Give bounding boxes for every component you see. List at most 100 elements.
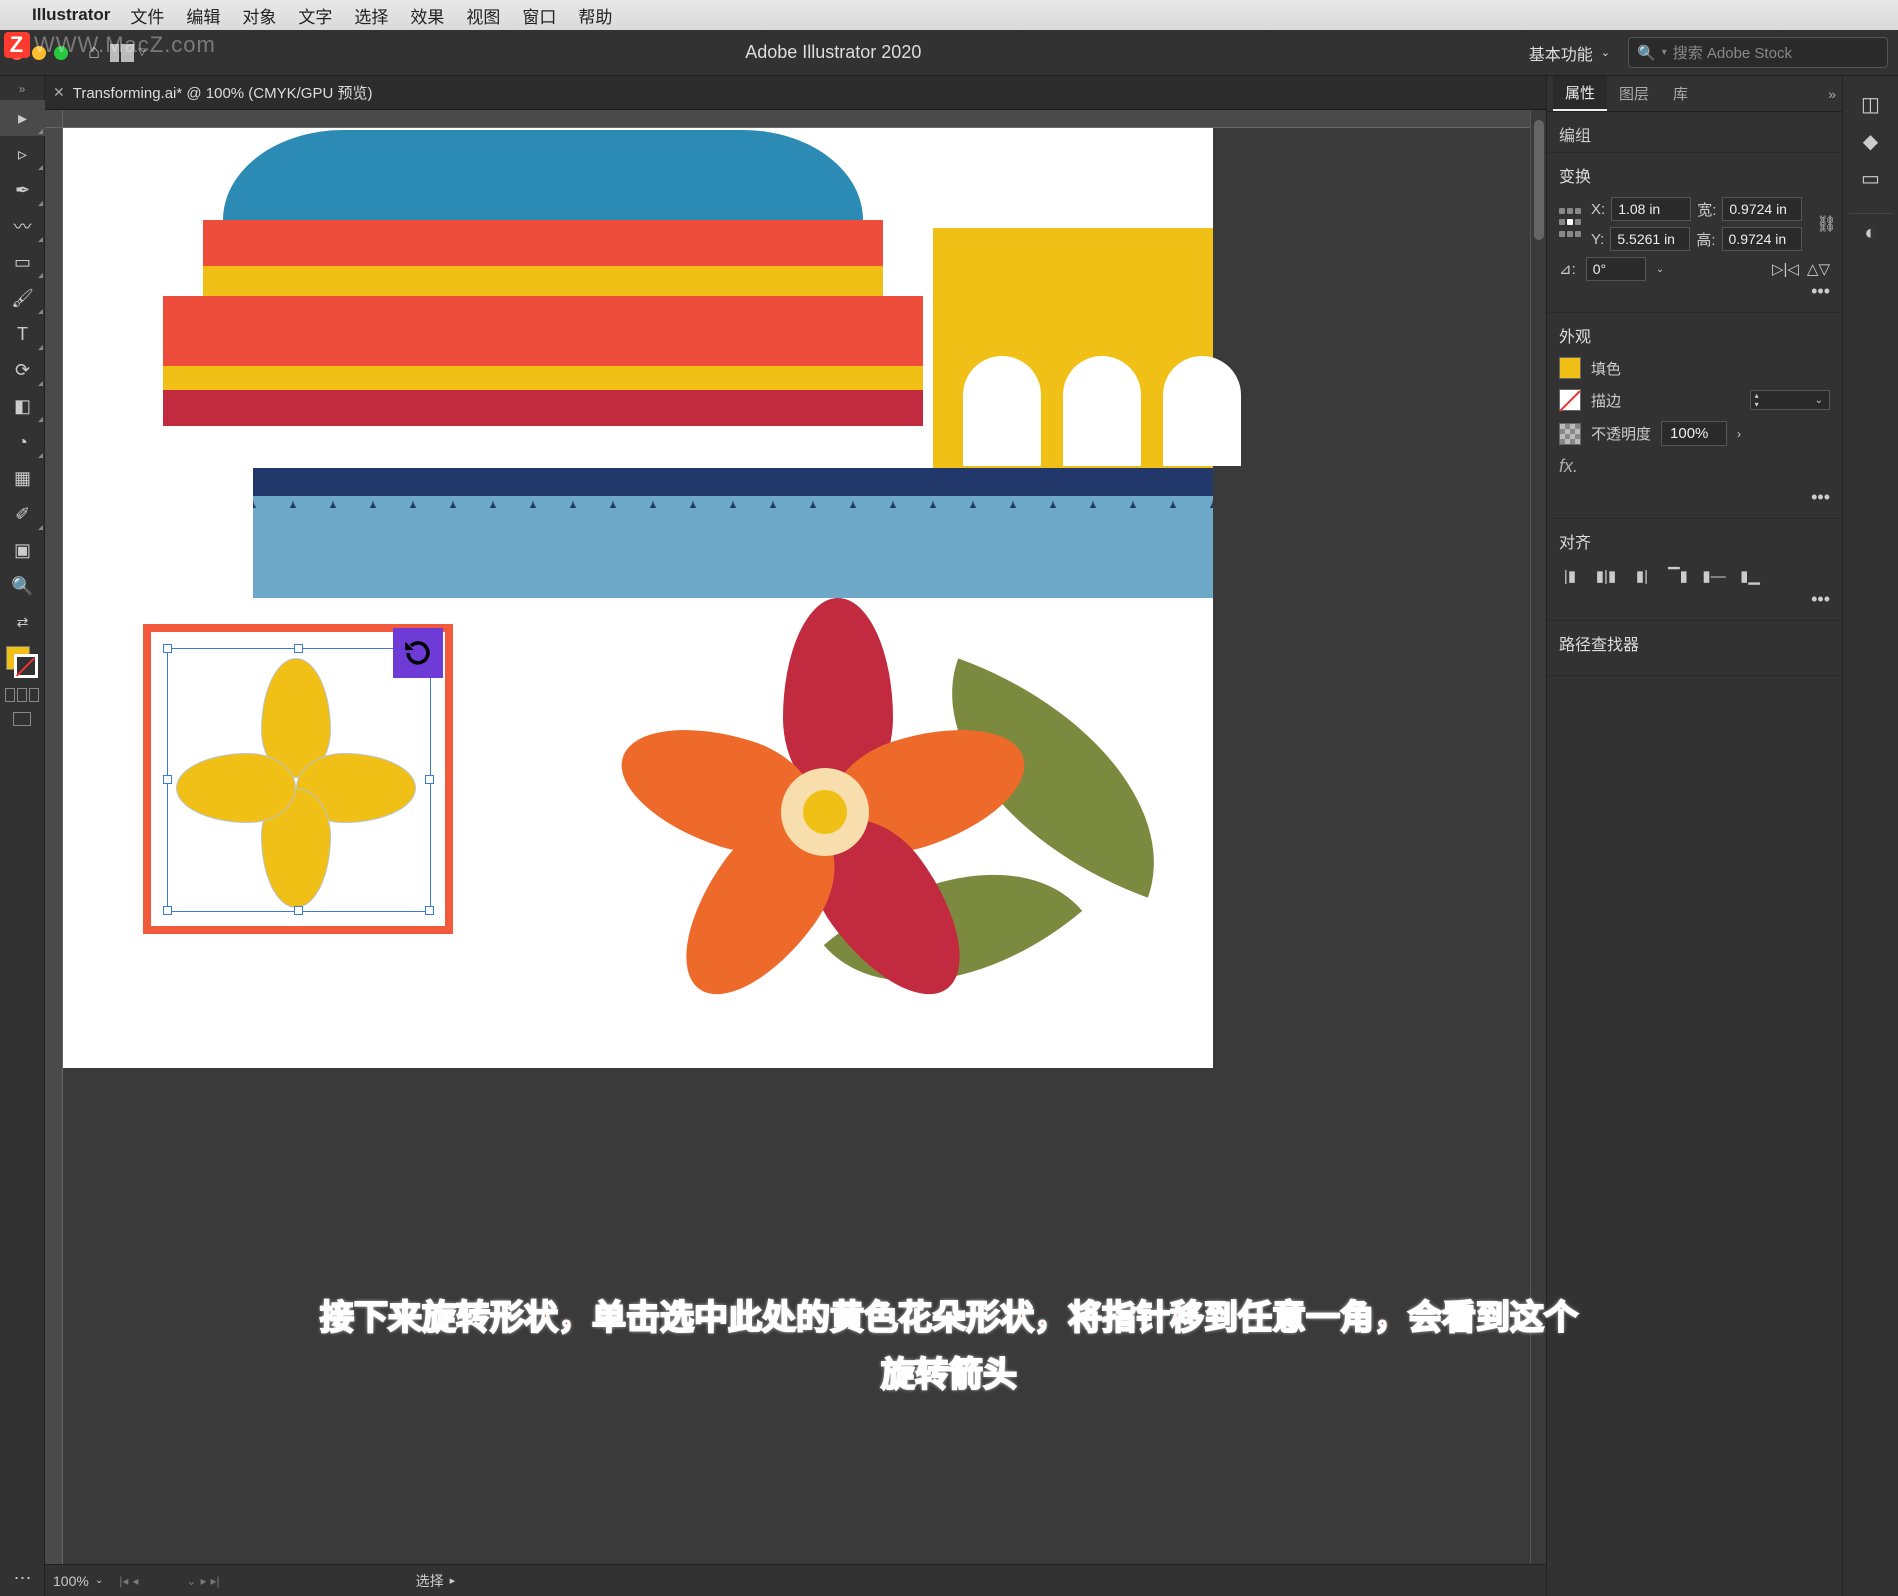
more-options-icon[interactable]: ••• (1811, 281, 1830, 302)
layers-panel-icon[interactable]: ◆ (1863, 129, 1878, 154)
align-hcenter-icon[interactable]: ▮|▮ (1595, 567, 1617, 585)
chevron-right-icon[interactable]: › (1737, 427, 1741, 441)
workspace-switcher[interactable]: 基本功能 ⌄ (1521, 41, 1618, 65)
next-icon[interactable]: ▸ (200, 1574, 206, 1588)
increment-icon[interactable]: ▴ (1751, 391, 1763, 400)
panel-tabs: 属性 图层 库 » (1547, 76, 1842, 112)
align-bottom-icon[interactable]: ▮▁ (1739, 567, 1761, 585)
paintbrush-tool[interactable]: 🖌 (0, 280, 45, 316)
align-left-icon[interactable]: |▮ (1559, 567, 1581, 585)
first-icon[interactable]: |◂ (119, 1574, 128, 1588)
stroke-swatch[interactable] (14, 654, 38, 678)
fill-stroke-swap[interactable]: ⇄ (0, 604, 45, 640)
ruler-vertical[interactable] (45, 128, 63, 1564)
menu-view[interactable]: 视图 (466, 3, 500, 28)
chevron-right-icon[interactable]: ▸ (450, 1574, 456, 1587)
menu-select[interactable]: 选择 (354, 3, 388, 28)
search-input[interactable]: 🔍 ▾ 搜索 Adobe Stock (1628, 37, 1888, 68)
direct-selection-tool[interactable]: ▹ (0, 136, 45, 172)
fx-label[interactable]: fx. (1559, 456, 1578, 477)
eraser-tool[interactable]: ◧ (0, 388, 45, 424)
type-tool[interactable]: T (0, 316, 45, 352)
edit-toolbar[interactable]: ⋯ (0, 1560, 45, 1596)
shape-builder-tool[interactable]: ◔ (0, 424, 45, 460)
flip-horizontal-icon[interactable]: ▷|◁ (1772, 260, 1799, 278)
selection-handle[interactable] (425, 906, 434, 915)
opacity-swatch[interactable] (1559, 423, 1581, 445)
libraries-panel-icon[interactable]: ▭ (1861, 166, 1880, 191)
reference-point-selector[interactable] (1559, 208, 1581, 240)
right-dock: ◫ ◆ ▭ ◐ (1842, 76, 1898, 1596)
rectangle-tool[interactable]: ▭ (0, 244, 45, 280)
chevron-down-icon[interactable]: ⌄ (1656, 264, 1664, 275)
angle-input[interactable]: 0° (1586, 257, 1646, 281)
screen-mode-icon[interactable] (0, 706, 44, 732)
menu-object[interactable]: 对象 (242, 3, 276, 28)
more-options-icon[interactable]: ••• (1811, 589, 1830, 610)
selection-handle[interactable] (294, 906, 303, 915)
selection-handle[interactable] (425, 775, 434, 784)
tab-properties[interactable]: 属性 (1553, 76, 1607, 111)
align-vcenter-icon[interactable]: ▮― (1703, 567, 1725, 585)
menu-edit[interactable]: 编辑 (186, 3, 220, 28)
scrollbar-vertical[interactable] (1530, 110, 1546, 1564)
flip-vertical-icon[interactable]: △▽ (1807, 260, 1830, 278)
toolbox-toggle[interactable]: » (0, 82, 44, 100)
more-options-icon[interactable]: ••• (1811, 487, 1830, 508)
chevron-down-icon[interactable]: ⌄ (95, 1575, 103, 1586)
gradient-tool[interactable]: ▦ (0, 460, 45, 496)
selection-handle[interactable] (163, 775, 172, 784)
pen-tool[interactable]: ✒ (0, 172, 45, 208)
properties-panel-icon[interactable]: ◫ (1861, 92, 1880, 117)
h-input[interactable]: 0.9724 in (1722, 227, 1802, 251)
selection-handle[interactable] (163, 644, 172, 653)
artboard-tool[interactable]: ▣ (0, 532, 45, 568)
zoom-tool[interactable]: 🔍 (0, 568, 45, 604)
w-label: 宽: (1697, 199, 1716, 220)
stroke-swatch[interactable] (1559, 389, 1581, 411)
opacity-input[interactable]: 100% (1661, 421, 1727, 446)
eyedropper-tool[interactable]: ✐ (0, 496, 45, 532)
canvas[interactable] (63, 128, 1530, 1564)
expand-panel-icon[interactable]: » (1828, 86, 1836, 102)
menu-window[interactable]: 窗口 (522, 3, 556, 28)
chevron-down-icon[interactable]: ⌄ (186, 1574, 196, 1588)
selection-tool[interactable]: ▸ (0, 100, 45, 136)
stroke-weight-stepper[interactable]: ▴▾ ⌄ (1750, 390, 1830, 410)
w-input[interactable]: 0.9724 in (1722, 197, 1802, 221)
section-transform: 变换 X: 1.08 in 宽: 0.9724 in Y: (1547, 153, 1842, 313)
document-tab-label[interactable]: Transforming.ai* @ 100% (CMYK/GPU 预览) (73, 82, 373, 103)
decrement-icon[interactable]: ▾ (1751, 400, 1763, 409)
zoom-value[interactable]: 100% (53, 1573, 89, 1589)
tab-layers[interactable]: 图层 (1607, 76, 1661, 111)
tab-libraries[interactable]: 库 (1661, 76, 1700, 111)
prev-icon[interactable]: ◂ (132, 1574, 138, 1588)
rotate-tool[interactable]: ⟳ (0, 352, 45, 388)
close-tab-icon[interactable]: ✕ (53, 84, 65, 101)
curvature-tool[interactable]: 〰 (0, 208, 45, 244)
fill-stroke-swatches[interactable] (6, 646, 38, 678)
ruler-horizontal[interactable] (63, 110, 1530, 128)
selection-handle[interactable] (163, 906, 172, 915)
statusbar: 100% ⌄ |◂ ◂ ⌄ ▸ ▸| 选择 ▸ (45, 1564, 1546, 1596)
app-toolbar: ⌂ ▽ Adobe Illustrator 2020 基本功能 ⌄ 🔍 ▾ 搜索… (0, 30, 1898, 76)
draw-mode-icons[interactable] (0, 684, 44, 706)
watermark-logo: Z (4, 32, 30, 58)
menu-effect[interactable]: 效果 (410, 3, 444, 28)
app-name[interactable]: Illustrator (32, 5, 110, 25)
selection-handle[interactable] (294, 644, 303, 653)
artboard-nav[interactable]: |◂ ◂ ⌄ ▸ ▸| (119, 1574, 219, 1588)
last-icon[interactable]: ▸| (210, 1574, 219, 1588)
chevron-down-icon[interactable]: ⌄ (1809, 395, 1829, 406)
x-input[interactable]: 1.08 in (1611, 197, 1691, 221)
align-right-icon[interactable]: ▮| (1631, 567, 1653, 585)
cc-libraries-icon[interactable]: ◐ (1864, 222, 1876, 245)
constrain-proportions-icon[interactable]: ⛓ (1812, 214, 1840, 234)
selection-bounding-box[interactable] (167, 648, 431, 912)
fill-swatch[interactable] (1559, 357, 1581, 379)
menu-file[interactable]: 文件 (130, 3, 164, 28)
align-top-icon[interactable]: ▔▮ (1667, 567, 1689, 585)
menu-type[interactable]: 文字 (298, 3, 332, 28)
menu-help[interactable]: 帮助 (578, 3, 612, 28)
y-input[interactable]: 5.5261 in (1610, 227, 1690, 251)
